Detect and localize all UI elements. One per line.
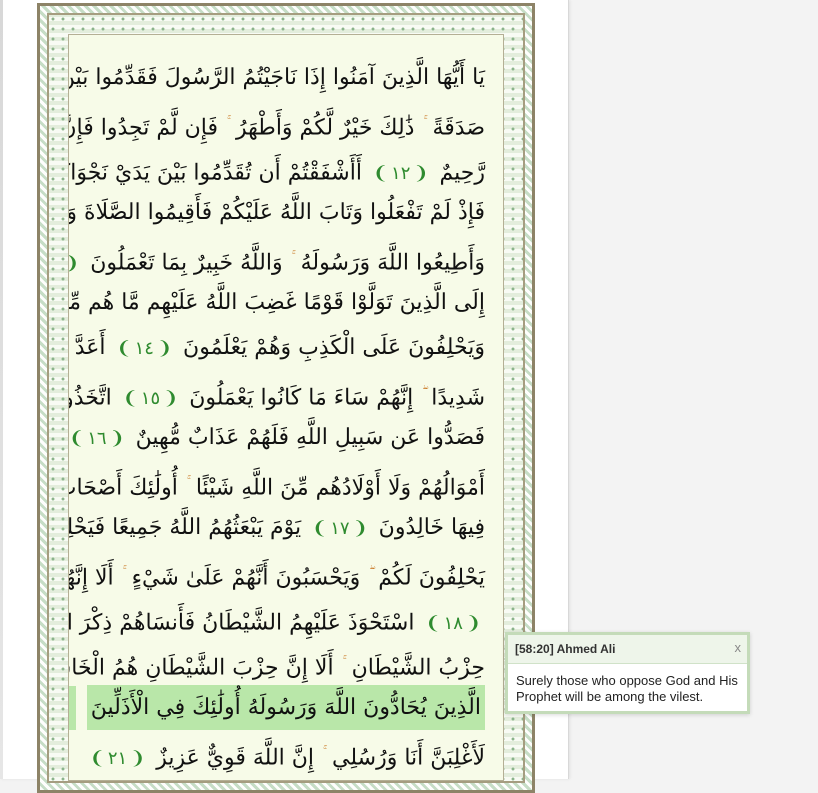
quran-page-sheet: يَا أَيُّهَا الَّذِينَ آمَنُوا إِذَا نَا… xyxy=(0,0,569,793)
verse-text-segment[interactable]: وَيَحْسَبُونَ أَنَّهُمْ عَلَىٰ شَيْءٍ xyxy=(132,565,361,590)
tooltip-header: [58:20] Ahmed Ali x xyxy=(508,635,747,664)
verse-number-marker[interactable]: ١٦ xyxy=(69,416,125,460)
verse-line: وَأَطِيعُوا اللَّهَ وَرَسُولَهُ ۚ وَاللَ… xyxy=(69,235,503,280)
verse-text-segment[interactable]: أَلَا إِنَّهُمْ هُمُ الْكَاذِبُونَ xyxy=(69,565,114,590)
verse-line: فَصَدُّوا عَن سَبِيلِ اللَّهِ فَلَهُمْ ع… xyxy=(69,415,503,460)
verse-number-marker[interactable]: ٢٠ xyxy=(69,686,76,730)
verse-text-segment[interactable]: فِيهَا خَالِدُونَ xyxy=(379,515,485,540)
verse-line: إِلَى الَّذِينَ تَوَلَّوْا قَوْمًا غَضِب… xyxy=(69,280,503,325)
verse-text-segment[interactable]: الَّذِينَ يُحَادُّونَ اللَّهَ وَرَسُولَه… xyxy=(86,685,485,730)
verse-text-segment[interactable]: رَّحِيمٌ xyxy=(439,160,485,185)
verse-line: يَا أَيُّهَا الَّذِينَ آمَنُوا إِذَا نَا… xyxy=(69,55,503,100)
verse-number-marker[interactable]: ١٨ xyxy=(425,601,481,640)
verse-text-segment[interactable]: شَدِيدًا xyxy=(431,385,485,410)
verse-line: وَيَحْلِفُونَ عَلَى الْكَذِبِ وَهُمْ يَع… xyxy=(69,325,503,370)
verse-text-segment[interactable]: إِنَّ اللَّهَ قَوِيٌّ عَزِيزٌ xyxy=(156,745,314,770)
verse-text-segment[interactable]: أَلَا إِنَّ حِزْبَ الشَّيْطَانِ هُمُ الْ… xyxy=(69,655,334,680)
verse-text-segment[interactable]: ذَٰلِكَ خَيْرٌ لَّكُمْ وَأَطْهَرُ xyxy=(236,115,414,140)
verse-text-segment[interactable]: صَدَقَةً xyxy=(432,115,485,140)
verse-number-marker[interactable]: ١٥ xyxy=(123,376,179,415)
verse-text-segment[interactable]: يَحْلِفُونَ لَكُمْ xyxy=(378,565,485,590)
verse-text-segment[interactable]: وَأَطِيعُوا اللَّهَ وَرَسُولَهُ xyxy=(301,250,485,275)
verse-number-marker[interactable]: ١٧ xyxy=(312,506,368,550)
verse-number-marker[interactable]: ١٤ xyxy=(117,326,173,370)
verse-text-segment[interactable]: أَعَدَّ اللَّهُ لَهُمْ عَذَابًا xyxy=(69,335,106,360)
translation-tooltip: [58:20] Ahmed Ali x Surely those who opp… xyxy=(505,632,750,714)
page-left-edge xyxy=(0,0,3,779)
verse-text-segment[interactable]: أَأَشْفَقْتُمْ أَن تُقَدِّمُوا بَيْنَ يَ… xyxy=(69,160,362,185)
verse-text-segment[interactable]: فَصَدُّوا عَن سَبِيلِ اللَّهِ فَلَهُمْ ع… xyxy=(136,425,485,450)
verse-line: لَأَغْلِبَنَّ أَنَا وَرُسُلِي ۚ إِنَّ ال… xyxy=(69,730,503,775)
verse-line: أَمْوَالُهُمْ وَلَا أَوْلَادُهُم مِّنَ ا… xyxy=(69,460,503,505)
verse-text-segment[interactable]: وَاللَّهُ خَبِيرٌ بِمَا تَعْمَلُونَ xyxy=(90,250,282,275)
verse-text-segment[interactable]: فَإِن لَّمْ تَجِدُوا فَإِنَّ اللَّهَ غَف… xyxy=(69,115,218,140)
verse-text-segment[interactable]: وَيَحْلِفُونَ عَلَى الْكَذِبِ وَهُمْ يَع… xyxy=(183,335,485,360)
tooltip-title: [58:20] Ahmed Ali xyxy=(515,642,616,656)
verse-text-segment[interactable]: أُولَٰئِكَ أَصْحَابُ النَّارِ xyxy=(69,475,178,500)
verse-line: شَدِيدًا ۖ إِنَّهُمْ سَاءَ مَا كَانُوا ي… xyxy=(69,370,503,415)
verse-number-marker[interactable]: ١٣ xyxy=(69,241,79,280)
ornamental-inner-border: يَا أَيُّهَا الَّذِينَ آمَنُوا إِذَا نَا… xyxy=(47,13,525,783)
verse-line: صَدَقَةً ۚ ذَٰلِكَ خَيْرٌ لَّكُمْ وَأَطْ… xyxy=(69,100,503,145)
verse-line: يَحْلِفُونَ لَكُمْ ۖ وَيَحْسَبُونَ أَنَّ… xyxy=(69,550,503,595)
verse-text-segment[interactable]: يَا أَيُّهَا الَّذِينَ آمَنُوا إِذَا نَا… xyxy=(69,65,485,90)
verse-text-segment[interactable]: فَإِذْ لَمْ تَفْعَلُوا وَتَابَ اللَّهُ ع… xyxy=(69,200,485,225)
verse-number-marker[interactable]: ١٢ xyxy=(373,151,429,190)
verse-text-segment[interactable]: اتَّخَذُوا أَيْمَانَهُمْ جُنَّةً xyxy=(69,385,112,410)
verse-text-segment[interactable]: إِلَى الَّذِينَ تَوَلَّوْا قَوْمًا غَضِب… xyxy=(69,290,485,315)
verse-line: فِيهَا خَالِدُونَ ١٧ يَوْمَ يَبْعَثُهُمُ… xyxy=(69,505,503,550)
verse-line: رَّحِيمٌ ١٢ أَأَشْفَقْتُمْ أَن تُقَدِّمُ… xyxy=(69,145,503,190)
verse-text-segment[interactable]: يَوْمَ يَبْعَثُهُمُ اللَّهُ جَمِيعًا فَي… xyxy=(69,515,301,540)
verse-text-panel: يَا أَيُّهَا الَّذِينَ آمَنُوا إِذَا نَا… xyxy=(68,34,504,781)
tooltip-translation-text: Surely those who oppose God and His Prop… xyxy=(516,673,738,704)
verse-line: فَإِذْ لَمْ تَفْعَلُوا وَتَابَ اللَّهُ ع… xyxy=(69,190,503,235)
tooltip-close-button[interactable]: x xyxy=(735,640,742,655)
verse-lines: يَا أَيُّهَا الَّذِينَ آمَنُوا إِذَا نَا… xyxy=(69,55,503,775)
verse-number-marker[interactable]: ٢١ xyxy=(90,736,146,775)
verse-text-segment[interactable]: إِنَّهُمْ سَاءَ مَا كَانُوا يَعْمَلُونَ xyxy=(189,385,413,410)
ornamental-frame: يَا أَيُّهَا الَّذِينَ آمَنُوا إِذَا نَا… xyxy=(37,3,535,793)
verse-line: ١٨ اسْتَحْوَذَ عَلَيْهِمُ الشَّيْطَانُ ف… xyxy=(69,595,503,640)
verse-text-segment[interactable]: حِزْبُ الشَّيْطَانِ xyxy=(352,655,485,680)
verse-line: حِزْبُ الشَّيْطَانِ ۚ أَلَا إِنَّ حِزْبَ… xyxy=(69,640,503,685)
verse-text-segment[interactable]: اسْتَحْوَذَ عَلَيْهِمُ الشَّيْطَانُ فَأَ… xyxy=(69,610,414,635)
verse-line: الَّذِينَ يُحَادُّونَ اللَّهَ وَرَسُولَه… xyxy=(69,685,503,730)
verse-text-segment[interactable]: لَأَغْلِبَنَّ أَنَا وَرُسُلِي xyxy=(332,745,485,770)
verse-text-segment[interactable]: أَمْوَالُهُمْ وَلَا أَوْلَادُهُم مِّنَ ا… xyxy=(196,475,485,500)
